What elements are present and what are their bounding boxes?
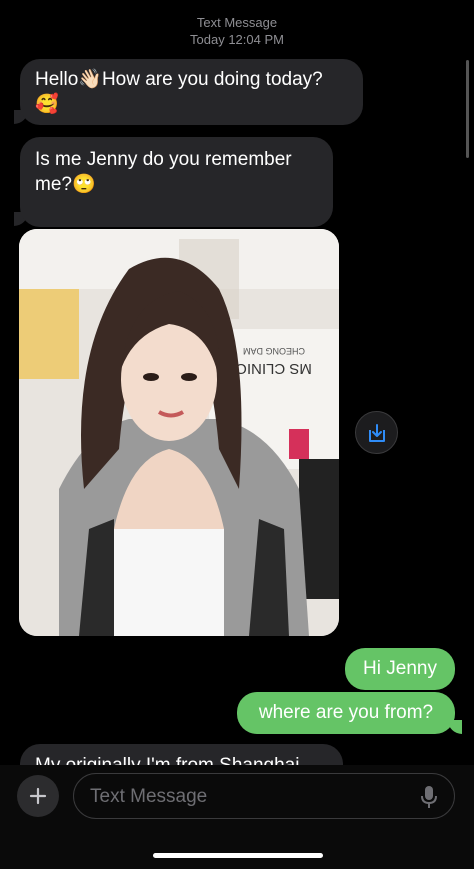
plus-icon [29,787,47,805]
add-attachment-button[interactable] [17,775,59,817]
photo-attachment[interactable]: CHEONG DAM MS CLINIC [19,229,339,636]
message-text: where are you from? [258,702,434,723]
clinic-sign-line2: MS CLINIC [236,360,312,377]
service-label: Text Message [196,15,278,30]
conversation-header: Text Message Today 12:04 PM [0,14,474,48]
microphone-icon[interactable] [421,785,437,809]
scrollbar[interactable] [466,60,469,158]
selfie-photo: CHEONG DAM MS CLINIC [19,229,339,636]
message-timestamp: Today 12:04 PM [190,32,284,47]
message-bubble-outgoing[interactable]: where are you from? [237,692,455,734]
message-text-line2: 🥰 [35,94,59,115]
clinic-sign-line1: CHEONG DAM [243,346,305,356]
message-input-placeholder: Text Message [90,786,208,807]
message-bubble-outgoing[interactable]: Hi Jenny [345,648,455,690]
message-bubble-incoming[interactable]: Is me Jenny do you remember me?🙄 [20,137,333,227]
download-icon [368,423,385,442]
message-text: Hello👋🏻How are you doing today? [35,69,323,90]
bubble-tail [448,720,462,734]
message-input[interactable]: Text Message [73,773,455,819]
home-indicator[interactable] [153,853,323,858]
message-bubble-incoming[interactable]: Hello👋🏻How are you doing today? 🥰 [20,59,363,125]
message-text-line2: me?🙄 [35,174,96,195]
save-photo-button[interactable] [355,411,398,454]
message-text: Hi Jenny [363,658,437,679]
message-text: Is me Jenny do you remember [35,149,292,170]
